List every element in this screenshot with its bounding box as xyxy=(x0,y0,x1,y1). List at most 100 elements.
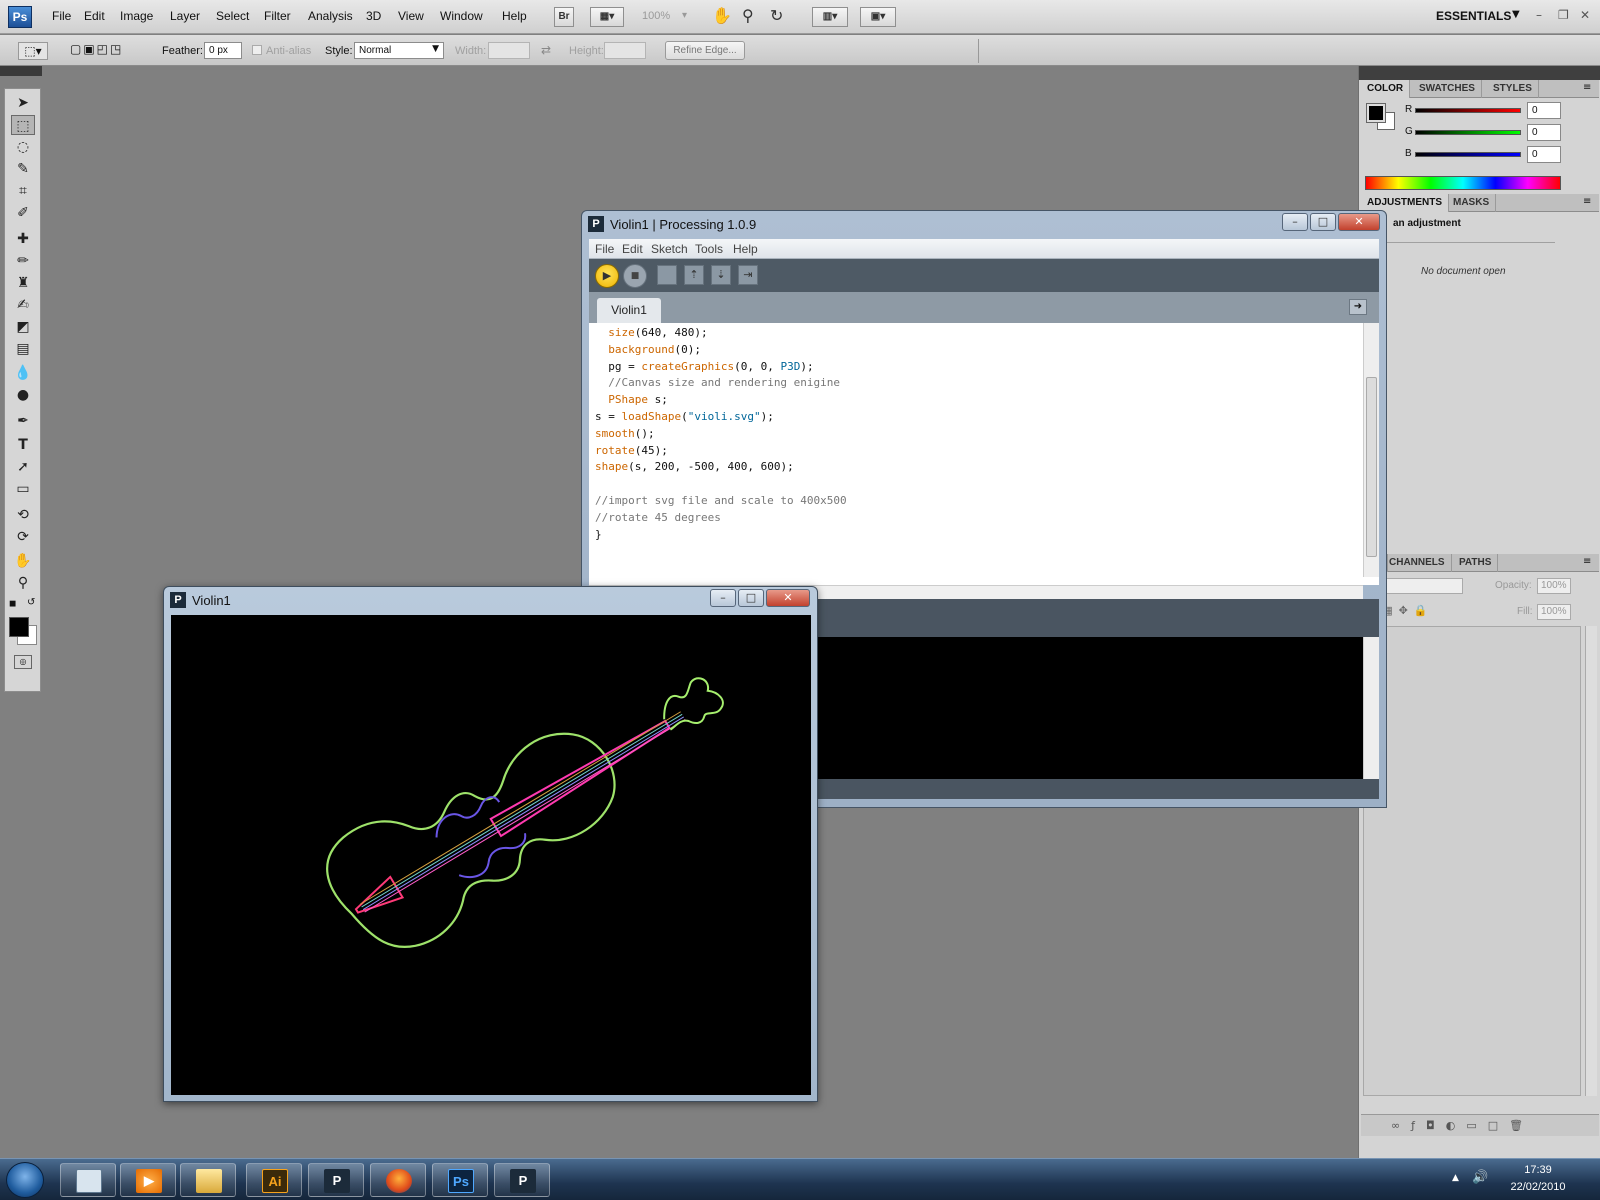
console-scrollbar[interactable] xyxy=(1363,637,1379,779)
clock-date[interactable]: 22/02/2010 xyxy=(1500,1181,1576,1193)
clone-stamp-tool-icon[interactable]: ♜ xyxy=(11,273,35,293)
workspace-dropdown-icon[interactable]: ▼ xyxy=(1512,9,1520,20)
taskbar-processing-1[interactable]: P xyxy=(308,1163,364,1197)
proc-menu-sketch[interactable]: Sketch xyxy=(651,242,688,256)
b-value-input[interactable]: 0 xyxy=(1527,146,1561,163)
crop-tool-icon[interactable]: ⌗ xyxy=(11,181,35,201)
arrange-documents-icon[interactable]: ▥▾ xyxy=(812,7,848,27)
height-input[interactable] xyxy=(604,42,646,59)
run-button[interactable]: ▶ xyxy=(595,264,619,288)
menu-window[interactable]: Window xyxy=(440,9,483,23)
tab-color[interactable]: COLOR xyxy=(1361,80,1411,98)
healing-brush-tool-icon[interactable]: ✚ xyxy=(11,229,35,249)
eraser-tool-icon[interactable]: ◩ xyxy=(11,317,35,337)
tray-expand-icon[interactable]: ▲ xyxy=(1452,1173,1459,1183)
export-sketch-button[interactable]: ⇥ xyxy=(738,265,758,285)
swap-dimensions-icon[interactable]: ⇄ xyxy=(541,43,551,57)
dodge-tool-icon[interactable]: ● xyxy=(11,385,35,405)
rotate-view-icon[interactable]: ↻ xyxy=(770,6,783,25)
g-value-input[interactable]: 0 xyxy=(1527,124,1561,141)
screen-mode-icon[interactable]: ▣▾ xyxy=(860,7,896,27)
eyedropper-tool-icon[interactable]: ✐ xyxy=(11,203,35,223)
tool-preset-icon[interactable]: ⬚▾ xyxy=(18,42,48,60)
tab-swatches[interactable]: SWATCHES xyxy=(1413,80,1482,98)
new-sketch-button[interactable] xyxy=(657,265,677,285)
pen-tool-icon[interactable]: ✒ xyxy=(11,411,35,431)
menu-view[interactable]: View xyxy=(398,9,424,23)
taskbar-folder[interactable] xyxy=(180,1163,236,1197)
menu-analysis[interactable]: Analysis xyxy=(308,9,353,23)
move-tool-icon[interactable]: ➤ xyxy=(11,93,35,113)
panel-menu-icon[interactable]: ≡ xyxy=(1583,196,1591,207)
blur-tool-icon[interactable]: 💧 xyxy=(11,363,35,383)
panel-dock-header[interactable] xyxy=(1359,66,1600,80)
zoom-dropdown-icon[interactable]: ▾ xyxy=(682,10,687,21)
width-input[interactable] xyxy=(488,42,530,59)
tab-masks[interactable]: MASKS xyxy=(1447,194,1497,212)
taskbar-illustrator[interactable]: Ai xyxy=(246,1163,302,1197)
style-select[interactable]: Normal ▼ xyxy=(354,42,444,59)
taskbar-media-player[interactable]: ▶ xyxy=(120,1163,176,1197)
panel-menu-icon[interactable]: ≡ xyxy=(1583,556,1591,567)
selection-mode-icons[interactable]: ▢▣◰◳ xyxy=(70,42,140,60)
taskbar-explorer[interactable] xyxy=(60,1163,116,1197)
hand-tool-panel-icon[interactable]: ✋ xyxy=(11,551,35,571)
r-slider[interactable] xyxy=(1415,108,1521,113)
refine-edge-button[interactable]: Refine Edge... xyxy=(665,41,745,60)
quick-selection-tool-icon[interactable]: ✎ xyxy=(11,159,35,179)
feather-input[interactable]: 0 px xyxy=(204,42,242,59)
brush-tool-icon[interactable]: ✏ xyxy=(11,251,35,271)
sketch-maximize-button[interactable]: □ xyxy=(738,589,764,607)
tab-styles[interactable]: STYLES xyxy=(1487,80,1539,98)
lasso-tool-icon[interactable]: ◌ xyxy=(11,137,35,157)
zoom-tool-icon[interactable]: ⚲ xyxy=(742,6,754,25)
3d-rotate-tool-icon[interactable]: ⟲ xyxy=(11,505,35,525)
r-value-input[interactable]: 0 xyxy=(1527,102,1561,119)
zoom-level[interactable]: 100% xyxy=(642,10,670,22)
sketch-minimize-button[interactable]: – xyxy=(710,589,736,607)
zoom-tool-panel-icon[interactable]: ⚲ xyxy=(11,573,35,593)
sketch-canvas[interactable] xyxy=(171,615,811,1095)
anti-alias-checkbox[interactable] xyxy=(252,45,262,55)
proc-menu-edit[interactable]: Edit xyxy=(622,242,643,256)
start-button[interactable] xyxy=(6,1162,44,1198)
menu-help[interactable]: Help xyxy=(502,9,527,23)
proc-close-button[interactable]: ✕ xyxy=(1338,213,1380,231)
editor-vertical-scrollbar[interactable] xyxy=(1363,323,1379,577)
tools-panel-header[interactable] xyxy=(0,66,42,76)
color-spectrum-bar[interactable] xyxy=(1365,176,1561,190)
sketch-close-button[interactable]: ✕ xyxy=(766,589,810,607)
menu-image[interactable]: Image xyxy=(120,9,153,23)
3d-orbit-tool-icon[interactable]: ⟳ xyxy=(11,527,35,547)
proc-menu-file[interactable]: File xyxy=(595,242,614,256)
menu-select[interactable]: Select xyxy=(216,9,249,23)
proc-maximize-button[interactable]: □ xyxy=(1310,213,1336,231)
open-sketch-button[interactable]: ⇡ xyxy=(684,265,704,285)
opacity-input[interactable]: 100% xyxy=(1537,578,1571,594)
taskbar-processing-2[interactable]: P xyxy=(494,1163,550,1197)
shape-tool-icon[interactable]: ▭ xyxy=(11,479,35,499)
path-selection-tool-icon[interactable]: ➚ xyxy=(11,457,35,477)
layers-scrollbar[interactable] xyxy=(1585,626,1597,1096)
menu-layer[interactable]: Layer xyxy=(170,9,200,23)
stop-button[interactable]: ■ xyxy=(623,264,647,288)
menu-3d[interactable]: 3D xyxy=(366,9,381,23)
menu-edit[interactable]: Edit xyxy=(84,9,105,23)
workspace-switcher[interactable]: ESSENTIALS xyxy=(1436,9,1511,23)
gradient-tool-icon[interactable]: ▤ xyxy=(11,339,35,359)
proc-menu-tools[interactable]: Tools xyxy=(695,242,723,256)
marquee-tool-icon[interactable]: ⬚ xyxy=(11,115,35,135)
g-slider[interactable] xyxy=(1415,130,1521,135)
menu-filter[interactable]: Filter xyxy=(264,9,291,23)
clock-time[interactable]: 17:39 xyxy=(1508,1164,1568,1176)
sketch-tab-violin1[interactable]: Violin1 xyxy=(597,298,661,323)
panel-menu-icon[interactable]: ≡ xyxy=(1583,82,1591,93)
restore-icon[interactable]: ❐ xyxy=(1558,8,1569,22)
taskbar-photoshop[interactable]: Ps xyxy=(432,1163,488,1197)
fill-input[interactable]: 100% xyxy=(1537,604,1571,620)
tab-paths[interactable]: PATHS xyxy=(1453,554,1499,572)
layers-footer-icons[interactable]: ∞ƒ◘◐▭□🗑 xyxy=(1361,1114,1599,1136)
tab-channels[interactable]: CHANNELS xyxy=(1383,554,1452,572)
hand-tool-icon[interactable]: ✋ xyxy=(712,6,732,25)
volume-icon[interactable]: 🔊 xyxy=(1472,1170,1488,1185)
